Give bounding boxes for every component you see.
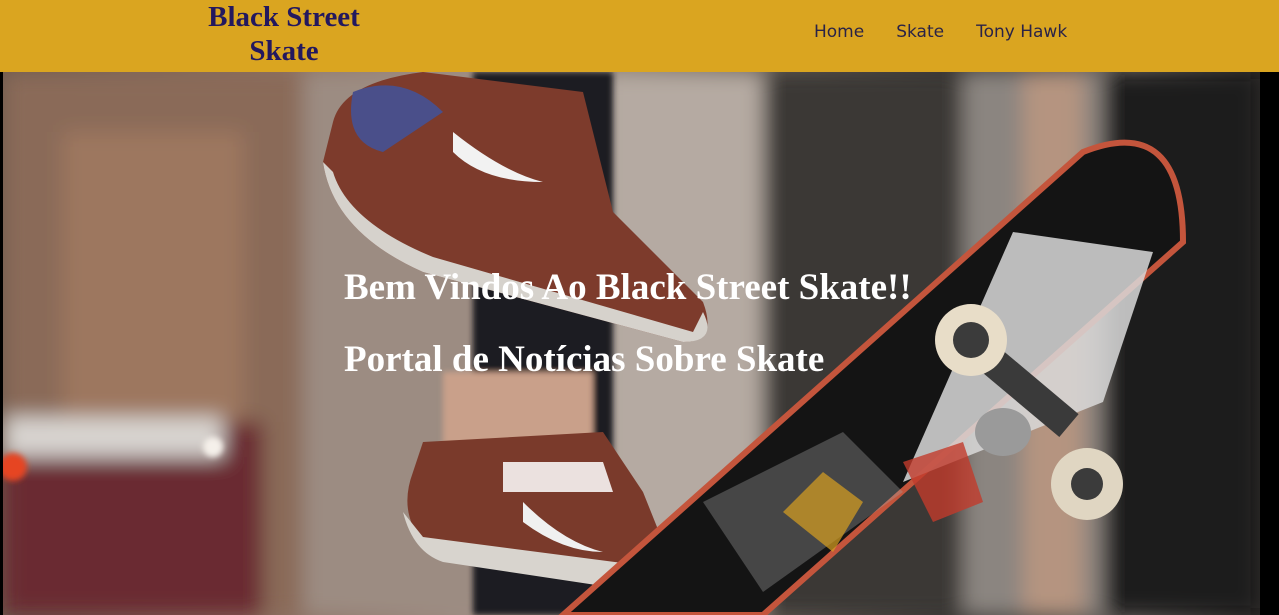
main-nav: Home Skate Tony Hawk <box>814 22 1099 42</box>
nav-skate[interactable]: Skate <box>896 22 944 42</box>
page-edge <box>1260 72 1279 615</box>
site-logo[interactable]: Black Street Skate <box>190 0 378 68</box>
hero-title: Bem Vindos Ao Black Street Skate!! <box>344 267 912 308</box>
nav-home[interactable]: Home <box>814 22 864 42</box>
nav-tony-hawk[interactable]: Tony Hawk <box>976 22 1067 42</box>
hero-subtitle: Portal de Notícias Sobre Skate <box>344 339 825 380</box>
site-header: Black Street Skate Home Skate Tony Hawk <box>0 0 1279 72</box>
hero-banner: Bem Vindos Ao Black Street Skate!! Porta… <box>3 72 1260 615</box>
